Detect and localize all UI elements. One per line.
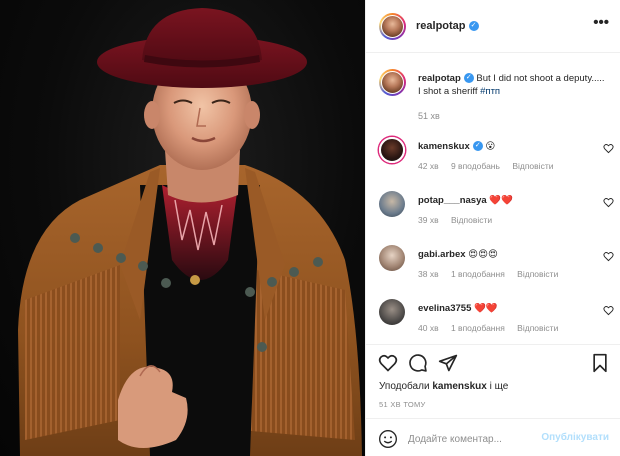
comment-likes[interactable]: 1 вподобання [451,269,505,279]
comment-text: potap___nasya ❤️❤️ [418,195,513,206]
verified-badge-icon: ✓ [468,21,479,32]
photo-of-man-in-hat [18,8,362,456]
comment-time: 40 хв [418,323,439,333]
more-options-icon[interactable]: ••• [593,14,609,31]
save-bookmark-icon[interactable] [590,353,610,373]
author-avatar[interactable] [379,12,406,40]
comment-username[interactable]: kamenskux [418,141,470,152]
like-comment-heart-icon[interactable] [603,143,614,154]
comment-username[interactable]: potap___nasya [418,195,487,206]
comment-time: 39 хв [418,215,439,225]
publish-button[interactable]: Опублікувати [541,432,609,443]
comment-avatar[interactable] [379,245,405,271]
comment-text: kamenskux ✓ 😮 [418,141,495,152]
caption-text: realpotap ✓ But I did not shoot a deputy.… [418,72,608,98]
like-heart-icon[interactable] [378,353,398,373]
comment-meta: 39 хв Відповісти [418,215,502,225]
comment-username[interactable]: evelina3755 [418,303,471,314]
comment-text: gabi.arbex 😍😍😍 [418,249,498,260]
comment-likes[interactable]: 9 вподобань [451,161,500,171]
comment-time: 38 хв [418,269,439,279]
liked-by-text: Уподобали kamenskux і ще [379,381,509,392]
comment-bubble-icon[interactable] [408,353,428,373]
verified-badge-icon: ✓ [463,73,474,84]
comment-body: ❤️❤️ [474,303,498,314]
share-paper-plane-icon[interactable] [438,353,458,373]
caption-avatar[interactable] [379,69,406,96]
like-comment-heart-icon[interactable] [603,305,614,316]
emoji-smiley-icon[interactable] [378,429,398,449]
comment-item: kamenskux ✓ 😮 42 хв 9 вподобань Відповіст… [379,137,614,181]
comment-item: potap___nasya ❤️❤️ 39 хв Відповісти [379,191,614,235]
comment-body: ❤️❤️ [489,195,513,206]
caption-time: 51 хв [418,111,440,121]
comment-reply-button[interactable]: Відповісти [451,215,492,225]
comment-time: 42 хв [418,161,439,171]
add-comment-row: Опублікувати [366,418,620,456]
comment-meta: 40 хв 1 вподобання Відповісти [418,323,568,333]
comments-list: realpotap ✓ But I did not shoot a deputy.… [366,54,620,344]
like-comment-heart-icon[interactable] [603,197,614,208]
verified-badge-icon: ✓ [472,141,483,152]
comment-avatar[interactable] [379,137,405,163]
comment-body: 😍😍😍 [468,249,498,260]
comment-username[interactable]: gabi.arbex [418,249,466,260]
comment-body: 😮 [485,141,496,152]
author-username[interactable]: realpotap ✓ [416,20,479,32]
action-icons-row [378,353,610,375]
comment-reply-button[interactable]: Відповісти [517,269,558,279]
post-side-panel: realpotap ✓ ••• realpotap ✓ But I did not … [365,0,620,456]
liked-by-user[interactable]: kamenskux [432,381,486,392]
comment-meta: 38 хв 1 вподобання Відповісти [418,269,568,279]
comment-reply-button[interactable]: Відповісти [517,323,558,333]
comment-reply-button[interactable]: Відповісти [512,161,553,171]
comment-text: evelina3755 ❤️❤️ [418,303,498,314]
comment-item: evelina3755 ❤️❤️ 40 хв 1 вподобання Відп… [379,299,614,343]
comment-likes[interactable]: 1 вподобання [451,323,505,333]
comment-item: gabi.arbex 😍😍😍 38 хв 1 вподобання Відпов… [379,245,614,289]
post-actions: Уподобали kamenskux і ще 51 хв тому Опуб… [366,344,620,456]
caption-username[interactable]: realpotap [418,73,461,84]
comment-meta: 42 хв 9 вподобань Відповісти [418,161,563,171]
caption-hashtag[interactable]: #птп [480,86,500,97]
post-photo[interactable] [0,0,365,456]
post-header: realpotap ✓ ••• [366,0,620,53]
add-comment-input[interactable] [408,430,538,448]
post-timestamp[interactable]: 51 хв тому [379,400,426,409]
like-comment-heart-icon[interactable] [603,251,614,262]
instagram-post: realpotap ✓ ••• realpotap ✓ But I did not … [0,0,620,456]
comment-avatar[interactable] [379,191,405,217]
comment-avatar[interactable] [379,299,405,325]
